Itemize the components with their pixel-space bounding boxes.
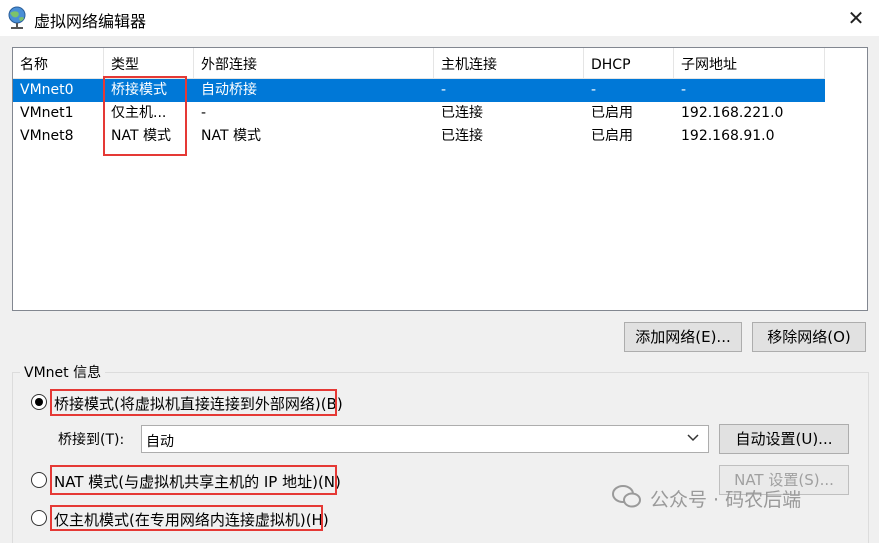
cell-subnet: 192.168.91.0	[681, 128, 775, 144]
cell-name: VMnet8	[20, 128, 74, 144]
bridged-to-select[interactable]: 自动	[141, 425, 709, 453]
bridged-highlight	[50, 389, 337, 416]
cell-host: 已连接	[441, 128, 483, 144]
add-network-button[interactable]: 添加网络(E)...	[624, 322, 742, 352]
bridged-to-label: 桥接到(T):	[58, 432, 125, 448]
chevron-down-icon	[687, 434, 699, 442]
bridged-to-value: 自动	[146, 434, 174, 450]
watermark-text: 公众号 · 码农后端	[650, 489, 802, 511]
column-header-dhcp[interactable]: DHCP	[584, 48, 674, 78]
network-list[interactable]: 名称 类型 外部连接 主机连接 DHCP 子网地址 VMnet0 桥接模式 自动…	[12, 47, 868, 311]
column-header-name[interactable]: 名称	[13, 48, 104, 78]
cell-external: 自动桥接	[201, 82, 257, 98]
cell-name: VMnet1	[20, 105, 74, 121]
wechat-icon	[612, 485, 641, 508]
network-globe-icon	[8, 6, 26, 29]
title-bar: 虚拟网络编辑器 ✕	[0, 0, 879, 36]
cell-dhcp: 已启用	[591, 128, 633, 144]
cell-dhcp: -	[591, 82, 597, 98]
cell-subnet: -	[681, 82, 687, 98]
bridged-radio[interactable]	[31, 394, 47, 410]
nat-radio[interactable]	[31, 472, 47, 488]
window-title: 虚拟网络编辑器	[34, 12, 147, 31]
remove-network-button[interactable]: 移除网络(O)	[752, 322, 866, 352]
cell-external: NAT 模式	[201, 128, 261, 144]
type-column-highlight	[103, 76, 187, 156]
table-header: 名称 类型 外部连接 主机连接 DHCP 子网地址	[13, 48, 825, 79]
host-only-radio[interactable]	[31, 510, 47, 526]
watermark: 公众号 · 码农后端	[612, 482, 872, 516]
host-only-highlight	[50, 505, 323, 531]
cell-dhcp: 已启用	[591, 105, 633, 121]
column-header-host[interactable]: 主机连接	[434, 48, 584, 78]
cell-name: VMnet0	[20, 82, 74, 98]
column-header-external[interactable]: 外部连接	[194, 48, 434, 78]
nat-highlight	[50, 465, 337, 495]
radio-selected-dot	[35, 398, 43, 406]
close-icon[interactable]: ✕	[840, 4, 872, 32]
cell-host: -	[441, 82, 447, 98]
vmnet-info-label: VMnet 信息	[20, 362, 106, 382]
cell-host: 已连接	[441, 105, 483, 121]
column-header-type[interactable]: 类型	[104, 48, 194, 78]
auto-settings-button[interactable]: 自动设置(U)...	[719, 424, 849, 454]
cell-external: -	[201, 105, 207, 121]
cell-subnet: 192.168.221.0	[681, 105, 784, 121]
column-header-subnet[interactable]: 子网地址	[674, 48, 825, 78]
